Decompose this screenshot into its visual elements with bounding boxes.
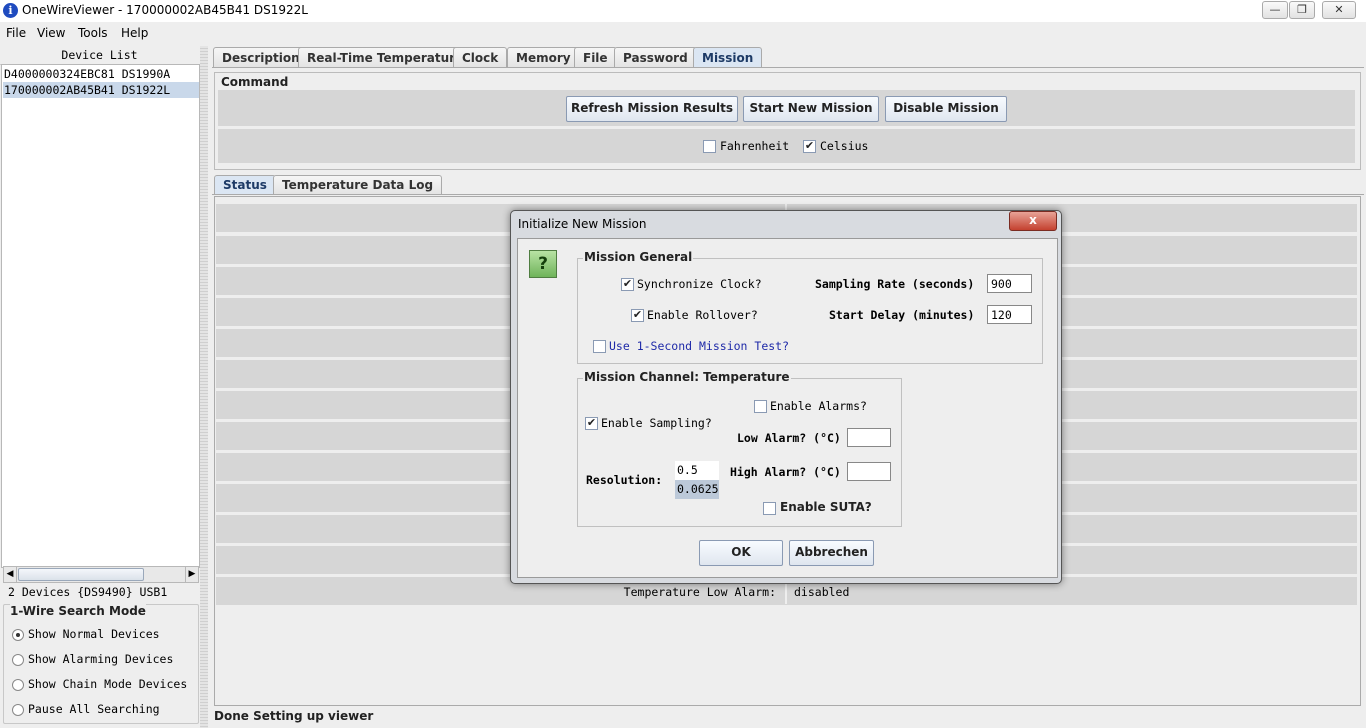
high-alarm-label: High Alarm? (°C) [730,465,841,479]
low-alarm-label: Low Alarm? (°C) [737,431,841,445]
one-second-test-label: Use 1-Second Mission Test? [609,339,790,353]
dialog-title: Initialize New Mission [518,217,647,231]
device-count: 2 Devices {DS9490} USB1 [8,585,168,599]
search-mode-group: 1-Wire Search Mode Show Normal Devices S… [3,604,199,724]
enable-alarms-label: Enable Alarms? [770,399,867,413]
tab-clock[interactable]: Clock [453,47,508,68]
close-icon[interactable]: ✕ [1322,1,1356,19]
enable-rollover-label: Enable Rollover? [647,308,758,322]
disable-mission-button[interactable]: Disable Mission [885,96,1007,122]
cancel-button[interactable]: Abbrechen [789,540,874,566]
device-list[interactable]: D4000000324EBC81 DS1990A 170000002AB45B4… [1,64,200,568]
device-list-scrollbar[interactable]: ◀ ▶ [3,566,199,583]
refresh-mission-results-button[interactable]: Refresh Mission Results [566,96,738,122]
sampling-rate-input[interactable]: 900 [987,274,1032,293]
start-delay-label: Start Delay (minutes) [829,308,975,322]
enable-suta-label: Enable SUTA? [780,500,872,514]
scroll-thumb[interactable] [18,568,144,581]
minimize-icon[interactable]: — [1262,1,1288,19]
start-delay-input[interactable]: 120 [987,305,1032,324]
radio-label: Show Alarming Devices [28,652,174,666]
enable-suta-checkbox[interactable] [763,502,776,515]
temperature-low-alarm-value: disabled [794,585,850,599]
enable-sampling-checkbox[interactable]: ✔ [585,417,598,430]
synchronize-clock-checkbox[interactable]: ✔ [621,278,634,291]
restore-icon[interactable]: ❐ [1289,1,1315,19]
radio-show-chain[interactable] [12,679,24,691]
resolution-label: Resolution: [586,473,663,487]
tab-file[interactable]: File [574,47,617,68]
scroll-right-icon[interactable]: ▶ [185,567,198,582]
radio-show-alarming[interactable] [12,654,24,666]
enable-alarms-checkbox[interactable] [754,400,767,413]
one-second-test-checkbox[interactable] [593,340,606,353]
menu-file[interactable]: File [6,26,26,40]
tab-description[interactable]: Description [213,47,309,68]
menu-bar: File View Tools Help [0,22,1366,44]
resolution-list[interactable]: 0.5 0.0625 [675,461,719,499]
status-bar: Done Setting up viewer [214,709,374,723]
low-alarm-input[interactable] [847,428,891,447]
menu-help[interactable]: Help [121,26,148,40]
tab-temperature-data-log[interactable]: Temperature Data Log [273,175,443,195]
start-new-mission-button[interactable]: Start New Mission [743,96,879,122]
menu-tools[interactable]: Tools [78,26,108,40]
radio-pause-searching[interactable] [12,704,24,716]
title-bar: i OneWireViewer - 170000002AB45B41 DS192… [0,0,1366,23]
mission-channel-title: Mission Channel: Temperature [583,370,791,384]
radio-label: Show Normal Devices [28,627,160,641]
scroll-left-icon[interactable]: ◀ [4,567,17,582]
radio-label: Pause All Searching [28,702,160,716]
temperature-low-alarm-label: Temperature Low Alarm: [623,585,776,599]
search-mode-title: 1-Wire Search Mode [10,604,146,618]
resolution-option[interactable]: 0.5 [675,461,719,480]
app-info-icon: i [3,3,18,18]
celsius-label: Celsius [820,139,869,153]
high-alarm-input[interactable] [847,462,891,481]
tab-divider [212,67,1364,68]
radio-show-normal[interactable] [12,629,24,641]
window-title: OneWireViewer - 170000002AB45B41 DS1922L [22,3,308,17]
tab-status[interactable]: Status [214,175,276,195]
command-title: Command [221,75,289,89]
fahrenheit-label: Fahrenheit [720,139,790,153]
menu-view[interactable]: View [37,26,65,40]
radio-label: Show Chain Mode Devices [28,677,188,691]
ok-button[interactable]: OK [699,540,783,566]
enable-sampling-label: Enable Sampling? [601,416,712,430]
resolution-option-selected[interactable]: 0.0625 [675,480,719,499]
device-item-selected[interactable]: 170000002AB45B41 DS1922L [3,82,199,98]
celsius-checkbox[interactable]: ✔ [803,140,816,153]
tab-real-time-temperature[interactable]: Real-Time Temperature [298,47,473,68]
subtab-divider [212,194,1364,195]
mission-general-title: Mission General [583,250,694,264]
fahrenheit-checkbox[interactable] [703,140,716,153]
tab-memory[interactable]: Memory [507,47,580,68]
help-icon: ? [529,250,557,278]
sampling-rate-label: Sampling Rate (seconds) [815,277,975,291]
tab-password[interactable]: Password [614,47,697,68]
device-item[interactable]: D4000000324EBC81 DS1990A [3,66,199,82]
synchronize-clock-label: Synchronize Clock? [637,277,762,291]
enable-rollover-checkbox[interactable]: ✔ [631,309,644,322]
dialog-close-icon[interactable]: x [1009,211,1057,231]
device-list-header: Device List [0,46,199,65]
tab-mission[interactable]: Mission [693,47,763,68]
splitter-handle[interactable] [200,46,208,728]
